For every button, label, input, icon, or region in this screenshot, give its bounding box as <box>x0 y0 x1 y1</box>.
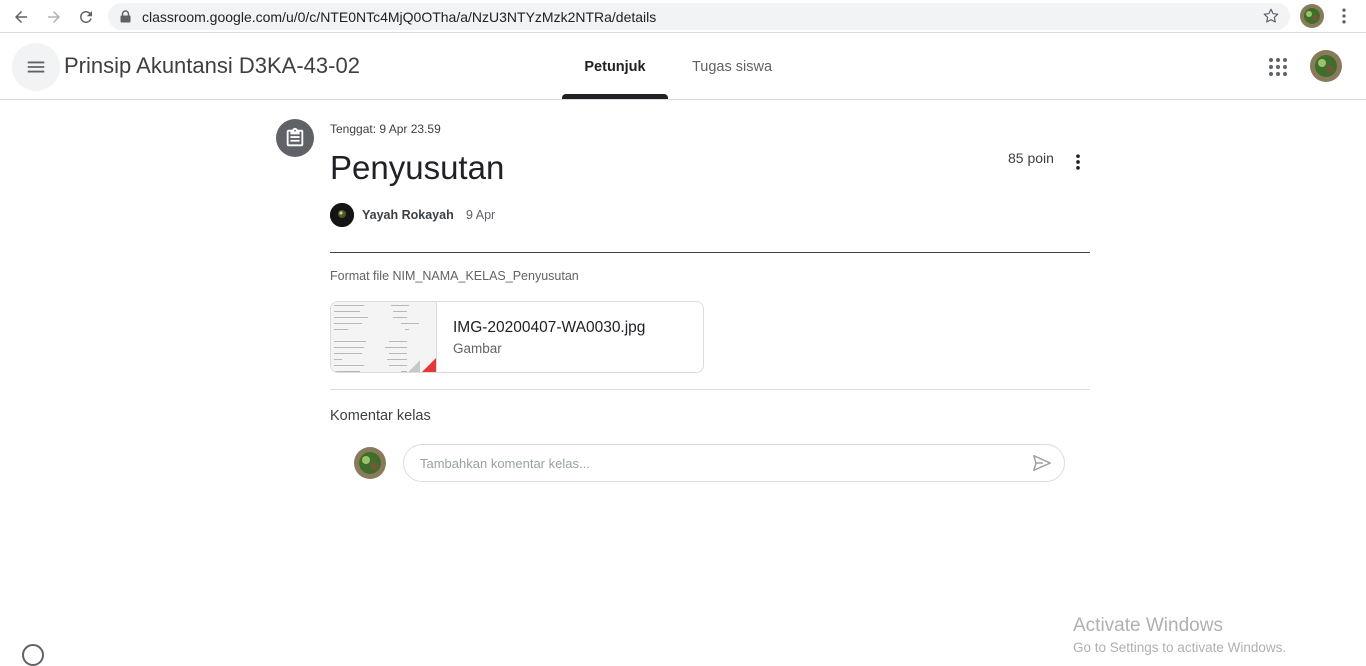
image-file-badge <box>420 358 436 372</box>
attachment-file-type: Gambar <box>453 341 502 356</box>
author-avatar <box>330 203 354 227</box>
arrow-left-icon <box>15 11 27 23</box>
watermark-line-2: Go to Settings to activate Windows. <box>1073 640 1287 655</box>
lock-icon <box>120 10 131 23</box>
attachment-card[interactable]: IMG-20200407-WA0030.jpg Gambar <box>330 301 704 373</box>
arrow-right-icon <box>48 11 60 23</box>
header-divider <box>330 252 1090 253</box>
assignment-icon <box>276 119 314 157</box>
attachment-file-name: IMG-20200407-WA0030.jpg <box>453 319 646 336</box>
browser-menu-button[interactable] <box>1334 6 1354 31</box>
clipboard-icon <box>286 127 304 147</box>
page-fold <box>406 360 420 372</box>
author-name: Yayah Rokayah <box>362 208 454 222</box>
avatar-image <box>1310 50 1342 82</box>
url-text: classroom.google.com/u/0/c/NTE0NTc4MjQ0O… <box>142 9 657 25</box>
address-bar[interactable]: classroom.google.com/u/0/c/NTE0NTc4MjQ0O… <box>108 3 1290 30</box>
posted-date: 9 Apr <box>466 208 496 222</box>
bookmark-star-icon[interactable] <box>1262 7 1280 25</box>
avatar-image <box>1300 4 1324 28</box>
more-vert-icon <box>1076 154 1080 170</box>
tab-label: Tugas siswa <box>691 58 773 75</box>
attachment-thumbnail <box>331 302 437 372</box>
more-vert-icon <box>1342 8 1346 24</box>
class-comments-title: Komentar kelas <box>330 408 431 424</box>
tab-tugas-siswa[interactable]: Tugas siswa <box>680 34 784 99</box>
due-date: Tenggat: 9 Apr 23.59 <box>330 122 441 136</box>
windows-activation-watermark: Activate Windows Go to Settings to activ… <box>1073 615 1286 655</box>
back-button[interactable] <box>9 5 33 29</box>
current-user-avatar <box>354 447 386 479</box>
apps-grid-icon <box>1269 58 1287 76</box>
assignment-more-options-button[interactable] <box>1068 151 1088 173</box>
send-icon <box>1033 454 1051 472</box>
assignment-title: Penyusutan <box>330 149 505 186</box>
avatar-image <box>330 203 354 227</box>
active-tab-indicator <box>562 94 668 99</box>
avatar-image <box>354 447 386 479</box>
watermark-line-1: Activate Windows <box>1073 615 1223 636</box>
help-icon[interactable] <box>22 644 44 666</box>
assignment-description: Format file NIM_NAMA_KELAS_Penyusutan <box>330 269 579 283</box>
class-comment-input[interactable] <box>403 444 1065 482</box>
account-avatar[interactable] <box>1310 50 1342 82</box>
classroom-header: Prinsip Akuntansi D3KA-43-02 Petunjuk Tu… <box>0 34 1366 100</box>
forward-button[interactable] <box>42 5 66 29</box>
reload-button[interactable] <box>74 5 98 29</box>
google-apps-button[interactable] <box>1266 55 1290 84</box>
reload-icon <box>80 11 92 23</box>
tab-petunjuk[interactable]: Petunjuk <box>562 34 668 99</box>
points-label: 85 poin <box>1008 150 1054 166</box>
course-title[interactable]: Prinsip Akuntansi D3KA-43-02 <box>64 53 360 79</box>
comments-divider <box>330 389 1090 390</box>
browser-profile-avatar[interactable] <box>1300 4 1324 28</box>
tab-label: Petunjuk <box>584 58 646 75</box>
hamburger-menu-icon <box>27 61 45 73</box>
main-menu-button[interactable] <box>12 43 60 91</box>
browser-toolbar: classroom.google.com/u/0/c/NTE0NTc4MjQ0O… <box>0 0 1366 33</box>
send-comment-button[interactable] <box>1030 451 1054 475</box>
